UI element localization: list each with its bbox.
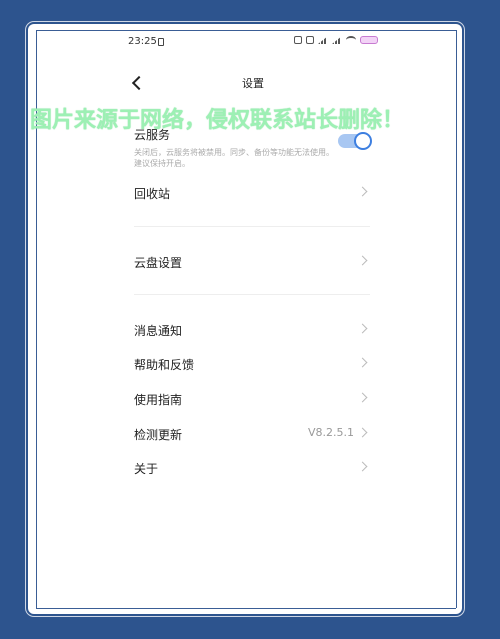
decorative-line bbox=[36, 30, 456, 31]
status-time: 23:25 bbox=[128, 36, 157, 47]
setting-label: 使用指南 bbox=[134, 393, 183, 407]
setting-description: 关闭后，云服务将被禁用。同步、备份等功能无法使用。建议保持开启。 bbox=[134, 148, 334, 168]
setting-cloud-disk[interactable]: 云盘设置 bbox=[134, 254, 370, 271]
header: 设置 bbox=[128, 72, 378, 94]
setting-recycle-bin[interactable]: 回收站 bbox=[134, 185, 370, 202]
mute-icon bbox=[294, 36, 302, 44]
decorative-line bbox=[36, 608, 456, 609]
setting-label: 帮助和反馈 bbox=[134, 358, 195, 372]
setting-label: 回收站 bbox=[134, 187, 171, 201]
setting-label: 消息通知 bbox=[134, 324, 183, 338]
nfc-icon bbox=[306, 36, 314, 44]
status-icons bbox=[294, 36, 378, 44]
signal-icon bbox=[318, 36, 328, 44]
signal-icon bbox=[332, 36, 342, 44]
lock-icon bbox=[158, 38, 164, 46]
setting-help-feedback[interactable]: 帮助和反馈 bbox=[134, 356, 370, 373]
status-bar: 23:25 bbox=[128, 36, 378, 50]
setting-user-guide[interactable]: 使用指南 bbox=[134, 391, 370, 408]
page-title: 设置 bbox=[242, 77, 264, 90]
wifi-icon bbox=[346, 36, 356, 44]
setting-notifications[interactable]: 消息通知 bbox=[134, 322, 370, 339]
version-value: V8.2.5.1 bbox=[307, 426, 354, 439]
divider bbox=[134, 226, 370, 227]
battery-icon bbox=[360, 36, 378, 44]
watermark-text: 图片来源于网络，侵权联系站长删除！ bbox=[30, 108, 405, 133]
toggle-knob bbox=[354, 132, 372, 150]
cloud-service-toggle[interactable] bbox=[338, 132, 372, 150]
setting-check-update[interactable]: 检测更新 V8.2.5.1 bbox=[134, 426, 370, 443]
setting-about[interactable]: 关于 bbox=[134, 460, 370, 477]
setting-label: 关于 bbox=[134, 462, 159, 476]
divider bbox=[134, 294, 370, 295]
setting-label: 云盘设置 bbox=[134, 256, 183, 270]
